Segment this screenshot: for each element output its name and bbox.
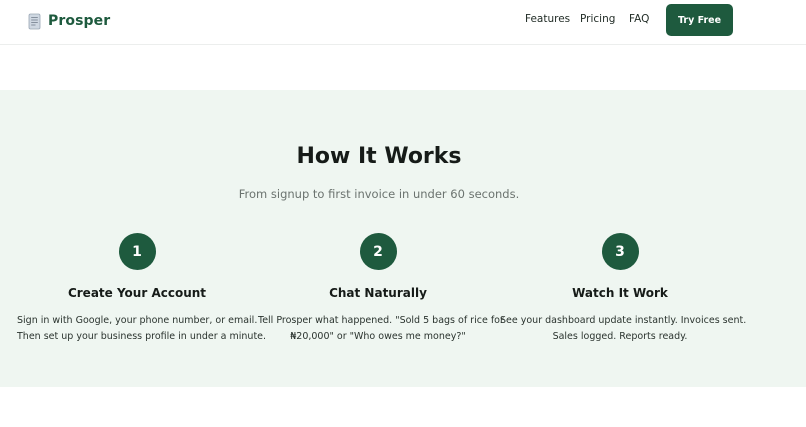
step-description: See your dashboard update instantly. Inv… <box>500 313 747 344</box>
step-card-chat-naturally: 2 Chat Naturally Tell Prosper what happe… <box>258 233 504 344</box>
section-title: How It Works <box>296 144 462 169</box>
step-card-create-account: 1 Create Your Account Sign in with Googl… <box>17 233 267 344</box>
step-title: Create Your Account <box>67 286 207 300</box>
step-description-line: Sign in with Google, your phone number, … <box>17 315 258 326</box>
step-title: Watch It Work <box>572 286 668 300</box>
section-subtitle: From signup to first invoice in under 60… <box>238 187 520 201</box>
step-description-line: Tell Prosper what happened. "Sold 5 bags… <box>258 315 504 326</box>
step-description: Tell Prosper what happened. "Sold 5 bags… <box>258 313 504 344</box>
step-description: Sign in with Google, your phone number, … <box>17 313 267 344</box>
step-description-line: Then set up your business profile in und… <box>17 330 267 342</box>
try-free-button[interactable]: Try Free <box>666 4 733 36</box>
top-navbar: Prosper Features Pricing FAQ Try Free <box>0 0 806 45</box>
step-number-badge: 2 <box>359 233 397 270</box>
nav-link-pricing[interactable]: Pricing <box>580 13 615 25</box>
step-title: Chat Naturally <box>329 286 427 300</box>
step-description-line: See your dashboard update instantly. Inv… <box>500 315 747 326</box>
step-number-badge: 1 <box>118 233 156 270</box>
step-card-watch-it-work: 3 Watch It Work See your dashboard updat… <box>500 233 747 344</box>
nav-link-features[interactable]: Features <box>525 13 570 25</box>
how-it-works-section: How It Works From signup to first invoic… <box>0 90 806 387</box>
step-number-badge: 3 <box>601 233 639 270</box>
nav-link-faq[interactable]: FAQ <box>629 13 649 25</box>
step-description-line: ₦20,000" or "Who owes me money?" <box>290 330 466 342</box>
step-description-line: Sales logged. Reports ready. <box>552 330 688 342</box>
